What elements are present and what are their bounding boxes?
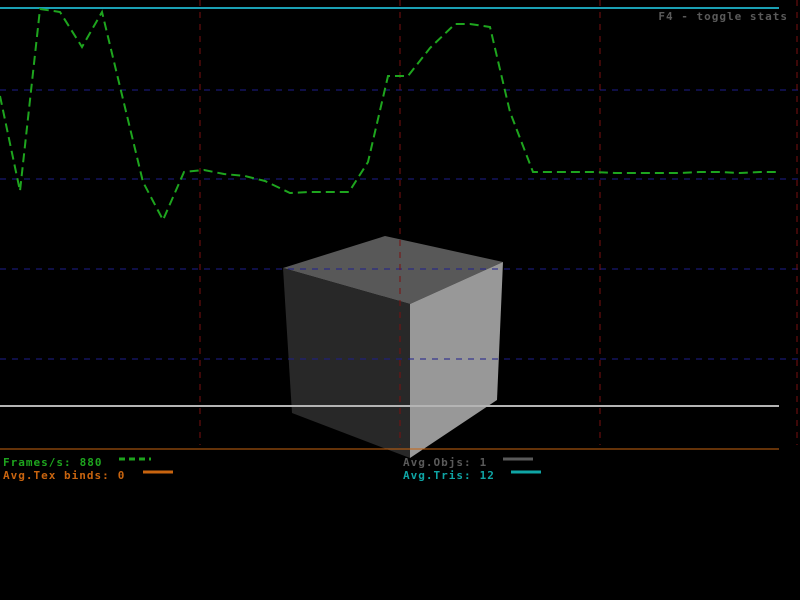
- legend-fps: Frames/s: 880: [3, 453, 102, 469]
- legend-tris: Avg.Tris: 12: [403, 466, 495, 482]
- tex-binds-value: 0: [117, 469, 126, 482]
- objs-legend-swatch: [503, 457, 533, 461]
- stats-overlay-canvas: [0, 0, 800, 458]
- legend-tex-binds: Avg.Tex binds: 0: [3, 466, 126, 482]
- toggle-stats-hint: F4 - toggle stats: [658, 10, 788, 23]
- fps-legend-swatch: [119, 457, 151, 461]
- tex-binds-label: Avg.Tex binds:: [3, 469, 110, 482]
- tris-label: Avg.Tris:: [403, 469, 472, 482]
- fps-graph-line: [0, 7, 779, 223]
- tris-legend-swatch: [511, 470, 541, 474]
- render-viewport[interactable]: F4 - toggle stats Frames/s: 880 Avg.Tex …: [0, 0, 800, 600]
- tex-binds-legend-swatch: [143, 470, 173, 474]
- tris-value: 12: [479, 469, 495, 482]
- legend-objs: Avg.Objs: 1: [403, 453, 487, 469]
